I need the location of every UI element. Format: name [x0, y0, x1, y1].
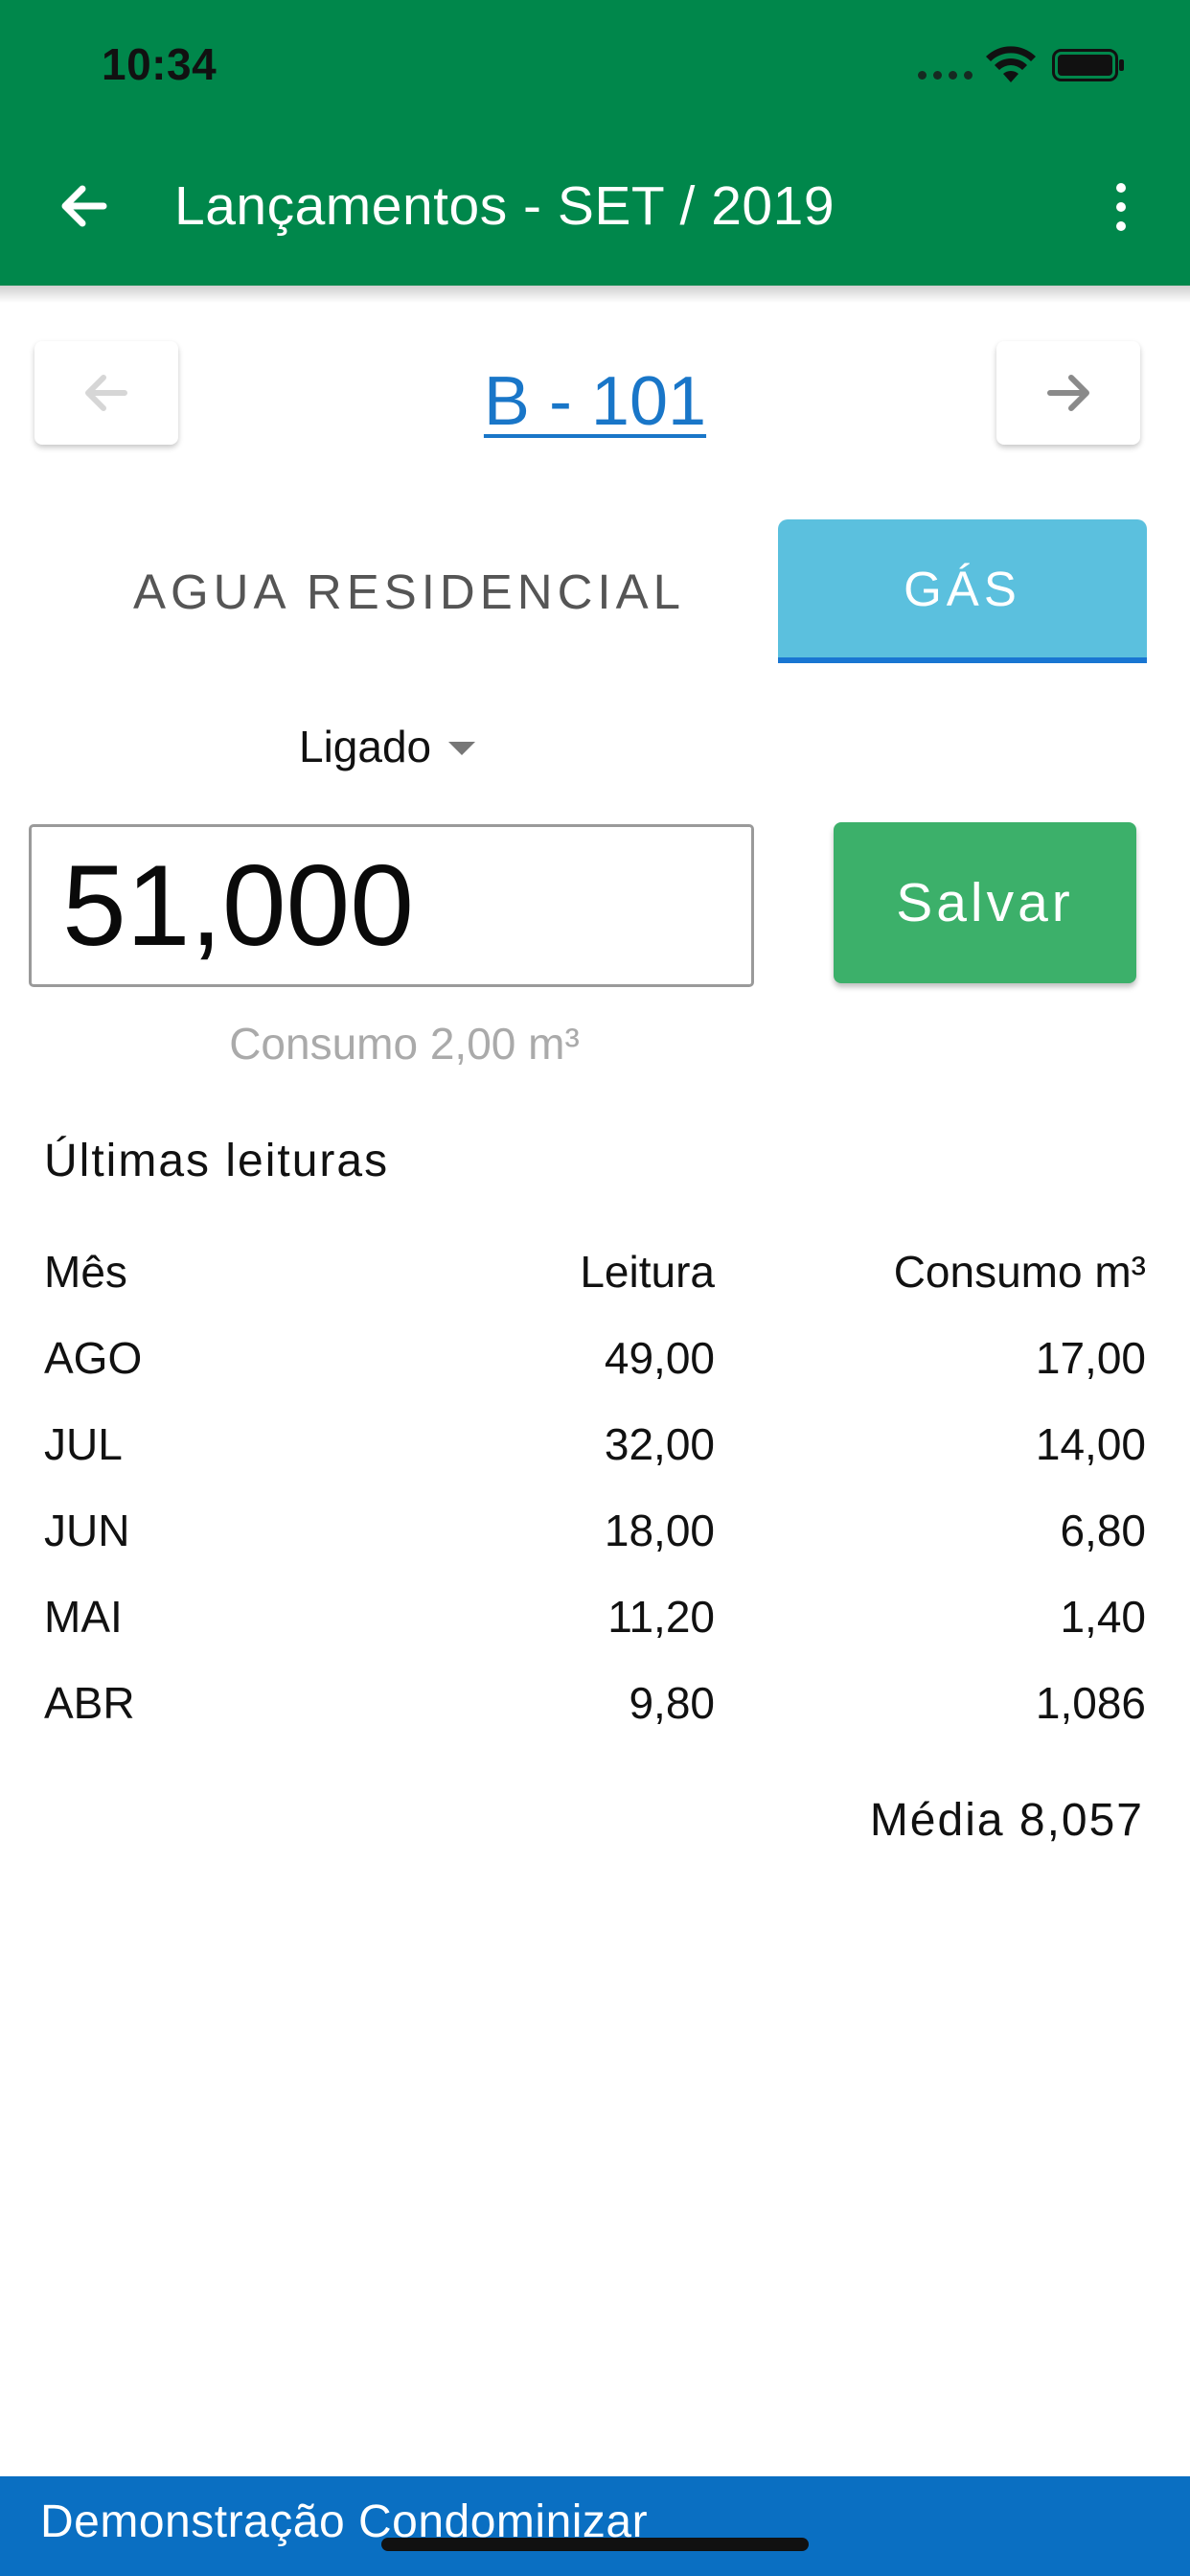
- row-leitura: 49,00: [604, 1333, 715, 1383]
- consumption-text: Consumo 2,00 m³: [229, 1019, 580, 1069]
- history-header-row: Mês Leitura Consumo m³: [44, 1246, 1146, 1332]
- header-leitura: Leitura: [580, 1247, 715, 1297]
- table-row: MAI 11,20 1,40: [44, 1591, 1146, 1677]
- tab-gas[interactable]: GÁS: [778, 519, 1147, 663]
- table-row: AGO 49,00 17,00: [44, 1332, 1146, 1418]
- more-options-button[interactable]: [1102, 180, 1140, 234]
- cellular-signal-icon: [918, 71, 975, 80]
- average-text: Média 8,057: [869, 1795, 1144, 1846]
- row-leitura: 11,20: [607, 1592, 715, 1642]
- row-mes: AGO: [44, 1333, 143, 1383]
- row-leitura: 32,00: [604, 1419, 715, 1469]
- wifi-icon: [986, 46, 1036, 82]
- header-consumo: Consumo m³: [893, 1247, 1146, 1297]
- row-leitura: 18,00: [604, 1506, 715, 1555]
- table-row: JUL 32,00 14,00: [44, 1418, 1146, 1505]
- tab-agua-residencial[interactable]: AGUA RESIDENCIAL: [79, 519, 740, 663]
- row-consumo: 1,086: [1035, 1678, 1146, 1728]
- row-mes: ABR: [44, 1678, 135, 1728]
- row-consumo: 17,00: [1035, 1333, 1146, 1383]
- status-dropdown[interactable]: Ligado: [299, 721, 476, 772]
- header-mes: Mês: [44, 1247, 127, 1297]
- row-consumo: 6,80: [1060, 1506, 1146, 1555]
- next-unit-button[interactable]: [996, 341, 1140, 445]
- row-consumo: 1,40: [1060, 1592, 1146, 1642]
- row-mes: JUN: [44, 1506, 130, 1555]
- back-button[interactable]: [54, 176, 113, 236]
- table-row: JUN 18,00 6,80: [44, 1505, 1146, 1591]
- history-table: Mês Leitura Consumo m³ AGO 49,00 17,00 J…: [44, 1246, 1146, 1763]
- battery-icon: [1052, 49, 1124, 81]
- app-bar: 10:34 Lançamentos - SET / 2019: [0, 0, 1190, 286]
- status-dropdown-value: Ligado: [299, 722, 432, 771]
- footer-banner: Demonstração Condominizar: [0, 2476, 1190, 2576]
- caret-down-icon: [448, 742, 476, 755]
- app-bar-shadow: [0, 286, 1190, 303]
- status-time: 10:34: [102, 39, 217, 89]
- status-bar: 10:34: [0, 0, 1190, 126]
- reading-input[interactable]: [29, 824, 754, 987]
- row-mes: MAI: [44, 1592, 123, 1642]
- home-indicator[interactable]: [381, 2538, 809, 2551]
- row-leitura: 9,80: [629, 1678, 715, 1728]
- row-consumo: 14,00: [1035, 1419, 1146, 1469]
- table-row: ABR 9,80 1,086: [44, 1677, 1146, 1763]
- history-title: Últimas leituras: [44, 1136, 390, 1186]
- save-button[interactable]: Salvar: [834, 822, 1136, 983]
- arrow-right-icon: [1047, 375, 1089, 411]
- page-title: Lançamentos - SET / 2019: [174, 175, 835, 237]
- row-mes: JUL: [44, 1419, 123, 1469]
